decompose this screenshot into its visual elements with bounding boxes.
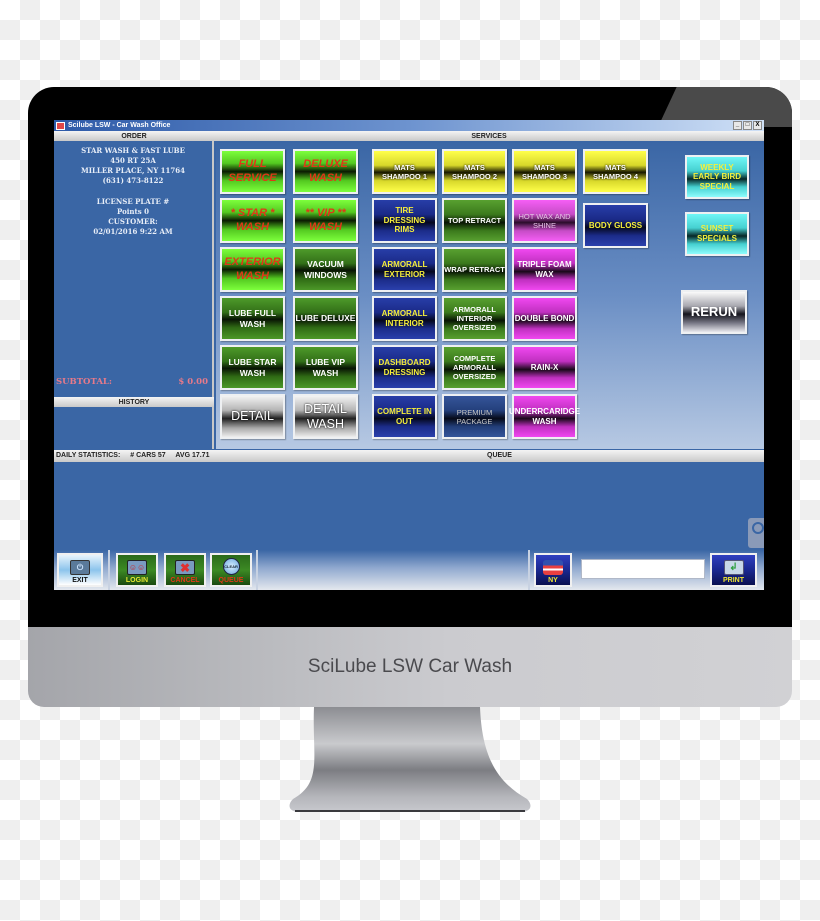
address-line-2: MILLER PLACE, NY 11764 bbox=[80, 166, 186, 175]
cancel-button[interactable]: ✖ CANCEL bbox=[164, 553, 206, 587]
top-retract-button[interactable]: TOP RETRACT bbox=[442, 198, 507, 243]
queue-header: QUEUE bbox=[487, 452, 512, 459]
print-arrow-icon: ↲ bbox=[723, 560, 744, 575]
phone-number: (631) 473-8122 bbox=[102, 176, 164, 185]
complete-armorall-oversized-button[interactable]: COMPLETE ARMORALL OVERSIZED bbox=[442, 345, 507, 390]
exterior-wash-button[interactable]: EXTERIOR WASH bbox=[220, 247, 285, 292]
lube-full-wash-button[interactable]: LUBE FULL WASH bbox=[220, 296, 285, 341]
order-panel: STAR WASH & FAST LUBE 450 RT 25A MILLER … bbox=[54, 141, 214, 397]
clear-queue-button[interactable]: CLEAR QUEUE bbox=[210, 553, 252, 587]
detail-button[interactable]: DETAIL bbox=[220, 394, 285, 439]
queue-label: QUEUE bbox=[218, 577, 244, 584]
sunset-specials-button[interactable]: SUNSET SPECIALS bbox=[685, 212, 749, 256]
weekly-early-bird-special-button[interactable]: WEEKLY EARLY BIRD SPECIAL bbox=[685, 155, 749, 199]
armorall-exterior-button[interactable]: ARMORALL EXTERIOR bbox=[372, 247, 437, 292]
services-area: FULL SERVICE DELUXE WASH * STAR * WASH ** V… bbox=[216, 141, 764, 449]
toolbar-separator bbox=[528, 550, 530, 590]
body-gloss-button[interactable]: BODY GLOSS bbox=[583, 202, 648, 248]
clear-badge-icon: CLEAR bbox=[222, 558, 240, 575]
license-plate-label: LICENSE PLATE # bbox=[96, 197, 170, 206]
app-icon bbox=[56, 121, 65, 130]
state-ny-button[interactable]: NY bbox=[534, 553, 572, 587]
state-label: NY bbox=[548, 577, 558, 584]
close-button[interactable]: X bbox=[753, 121, 762, 130]
monitor-brand-text: SciLube LSW Car Wash bbox=[307, 656, 513, 677]
vip-wash-button[interactable]: ** VIP ** WASH bbox=[293, 198, 358, 243]
detail-wash-button[interactable]: DETAIL WASH bbox=[293, 394, 358, 439]
monitor-power-icon: ⏻ bbox=[70, 560, 90, 575]
tire-dressing-rims-button[interactable]: TIRE DRESSING RIMS bbox=[372, 198, 437, 243]
exit-label: EXIT bbox=[72, 577, 88, 584]
underrcaridge-wash-button[interactable]: UNDERRCARIDGE WASH bbox=[509, 394, 580, 439]
business-name: STAR WASH & FAST LUBE bbox=[81, 146, 185, 155]
full-service-button[interactable]: FULL SERVICE bbox=[220, 149, 285, 194]
cancel-label: CANCEL bbox=[170, 577, 200, 584]
subtotal-row: SUBTOTAL: $ 0.00 bbox=[56, 377, 208, 387]
window-title: Scilube LSW - Car Wash Office bbox=[68, 122, 171, 129]
minimize-button[interactable]: _ bbox=[733, 121, 742, 130]
mats-shampoo-2-button[interactable]: MATS SHAMPOO 2 bbox=[442, 149, 507, 194]
lube-star-wash-button[interactable]: LUBE STAR WASH bbox=[220, 345, 285, 390]
customer-label: CUSTOMER: bbox=[108, 217, 158, 226]
monitor-chin: SciLube LSW Car Wash bbox=[28, 627, 792, 707]
login-label: LOGIN bbox=[125, 577, 149, 584]
exit-button[interactable]: ⏻ EXIT bbox=[57, 553, 103, 587]
bottom-toolbar: ⏻ EXIT ☺☺ LOGIN ✖ CANCEL CLEAR QUEUE NY bbox=[54, 550, 764, 590]
complete-in-out-button[interactable]: COMPLETE IN OUT bbox=[372, 394, 437, 439]
queue-area bbox=[54, 462, 764, 550]
lube-deluxe-button[interactable]: LUBE DELUXE bbox=[293, 296, 358, 341]
services-header: SERVICES bbox=[214, 131, 764, 141]
daily-statistics-bar: DAILY STATISTICS: # CARS 57 AVG 17.71 QU… bbox=[54, 450, 764, 462]
users-icon: ☺☺ bbox=[127, 560, 147, 575]
history-header: HISTORY bbox=[54, 397, 214, 407]
double-bond-button[interactable]: DOUBLE BOND bbox=[512, 296, 577, 341]
toolbar-separator bbox=[256, 550, 258, 590]
order-header: ORDER bbox=[54, 131, 214, 141]
mats-shampoo-3-button[interactable]: MATS SHAMPOO 3 bbox=[512, 149, 577, 194]
wrap-retract-button[interactable]: WRAP RETRACT bbox=[442, 247, 507, 292]
toolbar-separator bbox=[108, 550, 110, 590]
login-button[interactable]: ☺☺ LOGIN bbox=[116, 553, 158, 587]
lookup-input[interactable] bbox=[581, 559, 705, 579]
title-bar: Scilube LSW - Car Wash Office _ □ X bbox=[54, 120, 764, 131]
points-label: Points 0 bbox=[117, 207, 149, 216]
mats-shampoo-4-button[interactable]: MATS SHAMPOO 4 bbox=[583, 149, 648, 194]
subtotal-value: $ 0.00 bbox=[178, 377, 208, 387]
daily-statistics-label: DAILY STATISTICS: bbox=[56, 452, 121, 459]
armorall-interior-oversized-button[interactable]: ARMORALL INTERIOR OVERSIZED bbox=[442, 296, 507, 341]
deluxe-wash-button[interactable]: DELUXE WASH bbox=[293, 149, 358, 194]
rain-x-button[interactable]: RAIN-X bbox=[512, 345, 577, 390]
restore-button[interactable]: □ bbox=[743, 121, 752, 130]
subtotal-label: SUBTOTAL: bbox=[56, 377, 113, 387]
star-wash-button[interactable]: * STAR * WASH bbox=[220, 198, 285, 243]
mats-shampoo-1-button[interactable]: MATS SHAMPOO 1 bbox=[372, 149, 437, 194]
order-datetime: 02/01/2016 9:22 AM bbox=[93, 227, 173, 236]
cars-count: # CARS 57 bbox=[130, 452, 166, 459]
cancel-x-icon: ✖ bbox=[175, 560, 195, 575]
lube-vip-wash-button[interactable]: LUBE VIP WASH bbox=[293, 345, 358, 390]
usa-flag-map-icon bbox=[543, 560, 563, 575]
premium-package-button[interactable]: PREMIUM PACKAGE bbox=[442, 394, 507, 439]
app-window: Scilube LSW - Car Wash Office _ □ X ORDE… bbox=[54, 120, 764, 590]
triple-foam-wax-button[interactable]: TRIPLE FOAM WAX bbox=[512, 247, 577, 292]
vacuum-windows-button[interactable]: VACUUM WINDOWS bbox=[293, 247, 358, 292]
address-line-1: 450 RT 25A bbox=[110, 156, 156, 165]
side-panel-tab[interactable] bbox=[748, 518, 764, 548]
average-value: AVG 17.71 bbox=[175, 452, 210, 459]
hot-wax-and-shine-button[interactable]: HOT WAX AND SHINE bbox=[512, 198, 577, 243]
dashboard-dressing-button[interactable]: DASHBOARD DRESSING bbox=[372, 345, 437, 390]
rerun-button[interactable]: RERUN bbox=[681, 290, 747, 334]
print-label: PRINT bbox=[723, 577, 744, 584]
print-button[interactable]: ↲ PRINT bbox=[710, 553, 757, 587]
monitor-stand bbox=[289, 707, 531, 812]
history-panel bbox=[54, 407, 214, 449]
armorall-interior-button[interactable]: ARMORALL INTERIOR bbox=[372, 296, 437, 341]
